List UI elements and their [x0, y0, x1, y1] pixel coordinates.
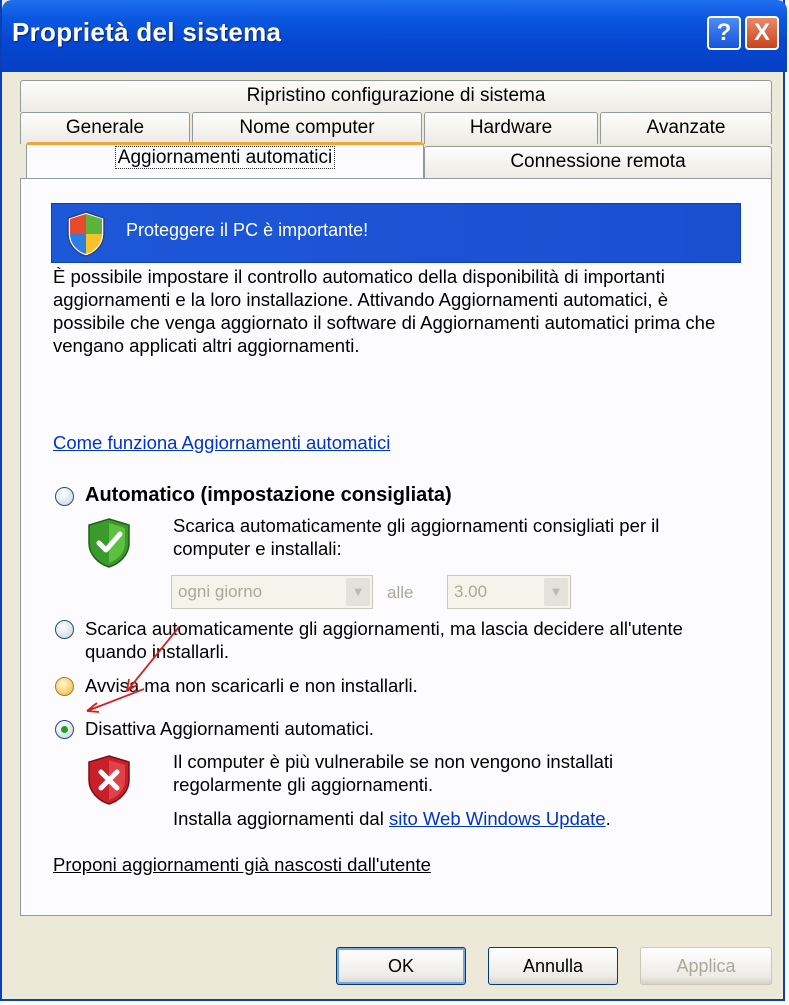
tab-panel: Proteggere il PC è importante! È possibi… — [20, 178, 772, 916]
option-notify-label[interactable]: Avvisa ma non scaricarli e non installar… — [85, 674, 418, 697]
window-title: Proprietà del sistema — [12, 17, 282, 47]
install-prefix: Installa aggiornamenti dal — [173, 808, 389, 829]
chevron-down-icon: ▼ — [346, 578, 370, 606]
close-button[interactable]: X — [745, 16, 779, 50]
radio-selected-dot — [61, 726, 68, 733]
red-x-shield-icon — [88, 755, 130, 805]
description-text: È possibile impostare il controllo autom… — [53, 266, 716, 356]
disable-warning-text: Il computer è più vulnerabile se non ven… — [173, 751, 614, 795]
chevron-down-icon: ▼ — [544, 578, 568, 606]
tab-system-restore[interactable]: Ripristino configurazione di sistema — [20, 80, 772, 112]
at-label: alle — [387, 583, 414, 602]
tab-automatic-updates[interactable]: Aggiornamenti automatici — [26, 142, 424, 178]
tab-general[interactable]: Generale — [20, 112, 190, 144]
title-bar[interactable]: Proprietà del sistema ? X — [2, 0, 787, 72]
tab-advanced[interactable]: Avanzate — [600, 112, 772, 144]
day-select-value: ogni giorno — [178, 582, 263, 601]
tab-computer-name[interactable]: Nome computer — [192, 112, 422, 144]
cancel-button[interactable]: Annulla — [488, 947, 618, 985]
radio-automatic[interactable] — [55, 487, 74, 506]
ok-button[interactable]: OK — [336, 947, 466, 985]
windows-update-link[interactable]: sito Web Windows Update — [389, 808, 606, 829]
banner-text: Proteggere il PC è importante! — [126, 220, 369, 240]
radio-notify[interactable] — [55, 677, 74, 696]
option-automatic-label[interactable]: Automatico (impostazione consigliata) — [85, 484, 452, 507]
system-properties-window: Proprietà del sistema ? X Ripristino con… — [0, 0, 787, 1001]
automatic-description: Scarica automaticamente gli aggiornament… — [173, 515, 660, 559]
option-disable-label[interactable]: Disattiva Aggiornamenti automatici. — [85, 717, 374, 740]
option-download-label[interactable]: Scarica automaticamente gli aggiornament… — [85, 617, 745, 663]
tab-hardware[interactable]: Hardware — [424, 112, 598, 144]
time-select[interactable]: 3.00 ▼ — [447, 575, 571, 609]
day-select[interactable]: ogni giorno ▼ — [171, 575, 373, 609]
windows-security-shield-icon — [67, 211, 105, 257]
security-banner: Proteggere il PC è importante! — [51, 203, 741, 263]
help-button[interactable]: ? — [707, 16, 741, 50]
apply-button[interactable]: Applica — [640, 947, 772, 985]
time-select-value: 3.00 — [454, 582, 488, 601]
green-check-shield-icon — [88, 518, 130, 568]
how-it-works-link[interactable]: Come funziona Aggiornamenti automatici — [53, 432, 390, 454]
hidden-updates-link[interactable]: Proponi aggiornamenti già nascosti dall'… — [53, 853, 431, 876]
tab-strip: Ripristino configurazione di sistema Gen… — [20, 80, 772, 180]
radio-disable[interactable] — [55, 720, 74, 739]
radio-download-only[interactable] — [55, 620, 74, 639]
tab-automatic-updates-label: Aggiornamenti automatici — [114, 146, 336, 169]
install-suffix: . — [605, 808, 611, 829]
install-from-text: Installa aggiornamenti dal sito Web Wind… — [173, 807, 611, 830]
tab-remote-connection[interactable]: Connessione remota — [424, 146, 772, 178]
